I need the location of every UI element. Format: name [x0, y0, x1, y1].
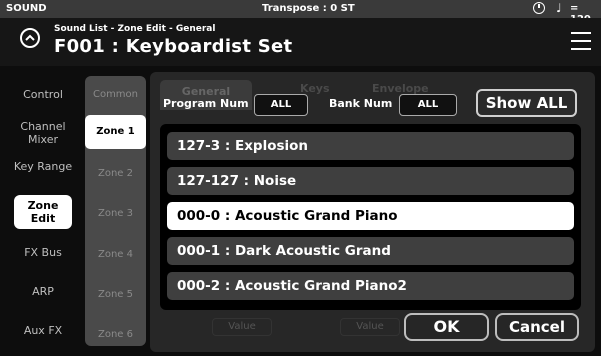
transpose-readout: Transpose : 0 ST [262, 3, 355, 14]
zone-column: Common Zone 1 Zone 2 Zone 3 Zone 4 Zone … [85, 76, 146, 346]
zone-item-zone-1[interactable]: Zone 1 [85, 115, 146, 149]
list-item[interactable]: 000-1 : Dark Acoustic Grand [167, 237, 574, 265]
header: Sound List - Zone Edit - General F001 : … [0, 18, 601, 66]
nav-item-control[interactable]: Control [8, 88, 78, 101]
value-field: Value [340, 318, 400, 336]
mode-label: SOUND [6, 3, 47, 14]
status-bar: SOUND Transpose : 0 ST ♩ = 120 [0, 0, 601, 25]
list-item[interactable]: 000-2 : Acoustic Grand Piano2 [167, 272, 574, 300]
breadcrumb: Sound List - Zone Edit - General [54, 24, 216, 34]
bank-num-label: Bank Num [329, 97, 393, 110]
bank-num-selector[interactable]: ALL [399, 94, 457, 116]
page-title: F001 : Keyboardist Set [54, 36, 293, 57]
program-num-selector[interactable]: ALL [254, 94, 308, 116]
zone-item-common[interactable]: Common [85, 89, 146, 100]
left-nav: Control Channel Mixer Key Range Zone Edi… [0, 72, 84, 356]
zone-item-zone-3[interactable]: Zone 3 [85, 208, 146, 219]
program-num-label: Program Num [163, 97, 249, 110]
quarter-note-icon: ♩ [556, 1, 562, 15]
hamburger-menu-icon[interactable] [571, 32, 591, 50]
cancel-button[interactable]: Cancel [495, 313, 579, 341]
zone-item-zone-5[interactable]: Zone 5 [85, 289, 146, 300]
show-all-button[interactable]: Show ALL [476, 89, 577, 117]
chevron-up-icon[interactable] [20, 28, 40, 48]
list-item[interactable]: 127-127 : Noise [167, 167, 574, 195]
value-field: Value [212, 318, 272, 336]
nav-item-zone-edit[interactable]: Zone Edit [14, 195, 72, 229]
nav-item-arp[interactable]: ARP [8, 285, 78, 298]
nav-item-fx-bus[interactable]: FX Bus [8, 246, 78, 259]
zone-item-zone-6[interactable]: Zone 6 [85, 329, 146, 340]
zone-item-zone-2[interactable]: Zone 2 [85, 168, 146, 179]
nav-item-key-range[interactable]: Key Range [8, 160, 78, 173]
clock-icon [533, 2, 545, 14]
ok-button[interactable]: OK [404, 313, 489, 341]
nav-item-channel-mixer[interactable]: Channel Mixer [8, 120, 78, 146]
list-item[interactable]: 127-3 : Explosion [167, 132, 574, 160]
list-item-selected[interactable]: 000-0 : Acoustic Grand Piano [167, 202, 574, 230]
zone-item-zone-4[interactable]: Zone 4 [85, 249, 146, 260]
nav-item-aux-fx[interactable]: Aux FX [8, 324, 78, 337]
